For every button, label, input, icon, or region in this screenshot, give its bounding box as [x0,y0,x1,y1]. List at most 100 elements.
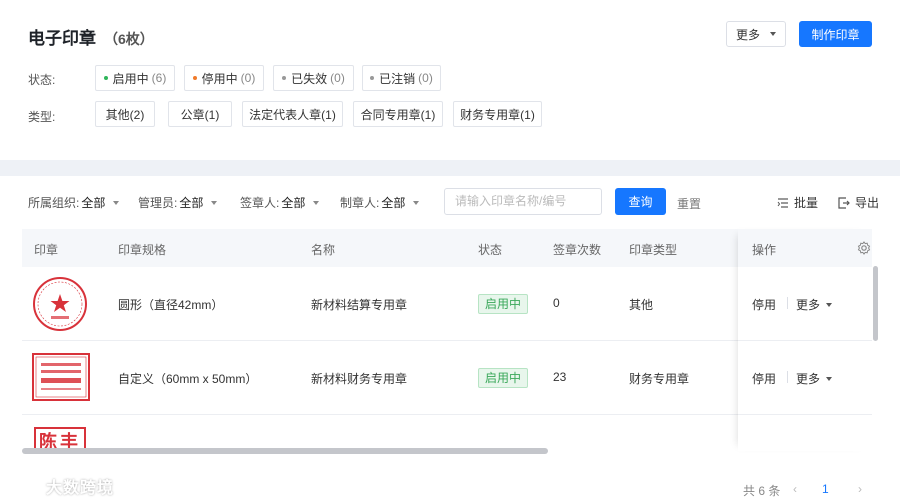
chevron-down-icon [413,200,420,205]
status-dot-icon [282,76,287,80]
status-badge: 启用中 [478,368,529,388]
chevron-down-icon [770,32,776,36]
current-page[interactable]: 1 [822,482,829,496]
chevron-down-icon [826,376,833,381]
type-chip-official[interactable]: 公章(1) [168,101,232,127]
brand-watermark: 大数跨境 [20,474,114,498]
partial-seal-image: 陈丰 [34,427,86,449]
chevron-down-icon [826,302,833,307]
export-button[interactable]: 导出 [838,194,879,211]
make-seal-button[interactable]: 制作印章 [799,21,872,47]
seal-search-input[interactable]: 请输入印章名称/编号 [444,188,602,215]
seal-count: （6枚） [104,31,154,47]
chip-label: 已注销 [379,71,416,86]
row-more-dropdown[interactable]: 更多 [796,370,833,387]
table-row[interactable]: 陈丰 [22,415,872,449]
table-row[interactable]: 圆形（直径42mm） 新材料结算专用章 启用中 0 其他 停用 更多 [22,267,872,341]
chip-count: (0) [418,71,433,85]
page-title-text: 电子印章 [28,29,96,48]
watermark-logo-icon [21,478,40,494]
status-filter-label: 状态: [28,73,56,87]
chevron-down-icon [211,200,218,205]
column-settings-gear-icon[interactable] [857,241,871,255]
disable-link[interactable]: 停用 [752,296,776,313]
col-header-status: 状态 [478,243,503,257]
row-more-label: 更多 [796,298,821,312]
sign-count: 23 [553,370,567,384]
row-more-dropdown[interactable]: 更多 [796,296,833,313]
status-chip-expired[interactable]: 已失效 (0) [273,65,354,91]
batch-list-icon [777,197,788,208]
more-dropdown-button[interactable]: 更多 [726,21,786,47]
type-chip-finance[interactable]: 财务专用章(1) [453,101,542,127]
type-chip-legal-rep[interactable]: 法定代表人章(1) [242,101,343,127]
seal-name: 新材料结算专用章 [311,298,408,312]
chip-label: 已失效 [291,71,328,86]
chevron-down-icon [313,200,320,205]
maker-filter-label: 制章人: [340,196,380,210]
type-filter-label: 类型: [28,110,56,124]
seal-spec: 圆形（直径42mm） [118,298,224,312]
seal-type: 其他 [629,298,654,312]
vertical-scrollbar[interactable] [873,266,878,341]
seal-spec: 自定义（60mm x 50mm） [118,372,258,386]
chip-count: (0) [330,71,345,85]
seal-list-card: 所属组织: 全部 管理员: 全部 签章人: 全部 制章人: 全部 请输入印章名称/编号 … [0,176,900,502]
org-filter-label: 所属组织: [28,196,80,210]
signer-filter-value: 全部 [281,196,306,210]
table-row[interactable]: 自定义（60mm x 50mm） 新材料财务专用章 启用中 23 财务专用章 停… [22,341,872,415]
chip-count: (6) [151,71,167,85]
org-filter-value: 全部 [81,196,106,210]
seal-type: 财务专用章 [629,372,690,386]
admin-filter-value: 全部 [179,196,204,210]
col-header-seal-type: 印章类型 [629,243,678,257]
batch-label: 批量 [794,196,819,210]
chip-label: 启用中 [112,71,149,86]
export-icon [838,196,850,209]
watermark-text: 大数跨境 [46,480,115,497]
action-divider [787,371,788,383]
disable-link[interactable]: 停用 [752,370,776,387]
col-header-seal: 印章 [34,243,59,257]
admin-filter-label: 管理员: [138,196,178,210]
status-dot-icon [103,76,108,80]
maker-filter-value: 全部 [381,196,406,210]
rect-seal-image [32,353,90,401]
col-header-name: 名称 [311,243,336,257]
horizontal-scrollbar[interactable] [22,448,548,454]
chip-count: (0) [240,71,256,85]
org-filter-dropdown[interactable]: 所属组织: 全部 [28,194,120,211]
more-label: 更多 [735,27,760,42]
seal-overview-card: 电子印章 （6枚） 更多 制作印章 状态: 启用中 (6) 停用中 (0) 已失效 (0… [0,0,900,160]
type-chip-contract[interactable]: 合同专用章(1) [353,101,443,127]
status-chip-disabled[interactable]: 停用中 (0) [184,65,264,91]
prev-page-chevron-icon[interactable]: ‹ [793,482,797,496]
row-more-label: 更多 [796,372,821,386]
batch-button[interactable]: 批量 [777,194,818,211]
pagination-total: 共 6 条 [743,484,781,498]
col-header-actions: 操作 [752,243,777,257]
signer-filter-label: 签章人: [240,196,280,210]
signer-filter-dropdown[interactable]: 签章人: 全部 [240,194,320,211]
status-dot-icon [370,76,375,80]
next-page-chevron-icon[interactable]: › [858,482,862,496]
col-header-sign-count: 签章次数 [553,243,602,257]
status-chip-active[interactable]: 启用中 (6) [95,65,175,91]
status-chip-cancelled[interactable]: 已注销 (0) [362,65,441,91]
maker-filter-dropdown[interactable]: 制章人: 全部 [340,194,420,211]
export-label: 导出 [855,196,880,210]
status-dot-icon [192,76,197,80]
col-header-spec: 印章规格 [118,243,167,257]
reset-button[interactable]: 重置 [677,195,701,212]
action-divider [787,297,788,309]
table-header: 印章 印章规格 名称 状态 签章次数 印章类型 操作 [22,229,872,267]
round-seal-image [33,277,87,331]
sign-count: 0 [553,296,560,310]
admin-filter-dropdown[interactable]: 管理员: 全部 [138,194,218,211]
query-button[interactable]: 查询 [615,188,666,215]
chevron-down-icon [113,200,120,205]
status-badge: 启用中 [478,294,529,314]
type-chip-other[interactable]: 其他(2) [95,101,155,127]
chip-label: 停用中 [201,71,238,86]
seal-name: 新材料财务专用章 [311,372,408,386]
